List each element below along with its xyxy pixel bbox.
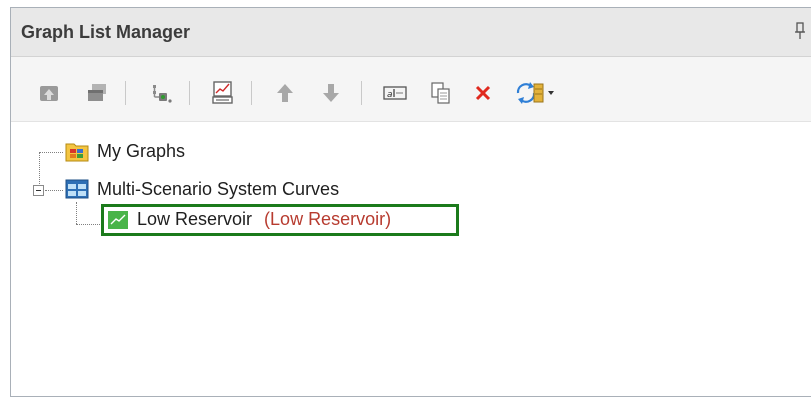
toolbar: a: [11, 57, 811, 122]
pin-icon[interactable]: [794, 22, 806, 40]
move-up-arrow-icon[interactable]: [271, 79, 299, 107]
svg-text:a: a: [387, 90, 393, 100]
graph-tree: My Graphs Multi-Scenario System Curves L…: [11, 122, 811, 396]
tree-connector: [39, 152, 40, 186]
copy-icon[interactable]: [427, 79, 455, 107]
toolbar-separator: [125, 81, 126, 105]
tree-node-folder[interactable]: Multi-Scenario System Curves: [65, 178, 339, 200]
tree-connector: [39, 152, 63, 153]
graph-report-icon[interactable]: [209, 79, 237, 107]
graph-folder-icon: [65, 140, 89, 162]
panel-title: Graph List Manager: [21, 22, 191, 42]
delete-x-icon[interactable]: [469, 79, 497, 107]
upload-icon[interactable]: [35, 79, 63, 107]
toolbar-separator: [251, 81, 252, 105]
refresh-dropdown-icon[interactable]: [513, 79, 557, 107]
graph-item-scenario: (Low Reservoir): [264, 209, 392, 229]
stack-windows-icon[interactable]: [83, 79, 111, 107]
tree-connector: [76, 202, 77, 224]
tree-node-label: My Graphs: [97, 140, 186, 161]
panel-titlebar: Graph List Manager: [11, 8, 811, 57]
rename-icon[interactable]: a: [381, 79, 409, 107]
graph-list-manager-panel: Graph List Manager a My Graphs Multi-Sce…: [10, 7, 811, 397]
tree-node-graph-item[interactable]: Low Reservoir (Low Reservoir): [107, 209, 391, 230]
collapse-toggle[interactable]: [33, 185, 44, 196]
graph-settings-icon[interactable]: [147, 79, 175, 107]
line-chart-icon: [107, 210, 129, 230]
toolbar-separator: [361, 81, 362, 105]
toolbar-separator: [189, 81, 190, 105]
tree-connector: [76, 224, 102, 225]
tree-node-label: Multi-Scenario System Curves: [97, 178, 340, 199]
tree-connector: [45, 190, 63, 191]
graph-group-icon: [65, 178, 89, 200]
graph-item-label: Low Reservoir: [137, 209, 253, 229]
tree-node-my-graphs[interactable]: My Graphs: [65, 140, 185, 162]
move-down-arrow-icon[interactable]: [317, 79, 345, 107]
